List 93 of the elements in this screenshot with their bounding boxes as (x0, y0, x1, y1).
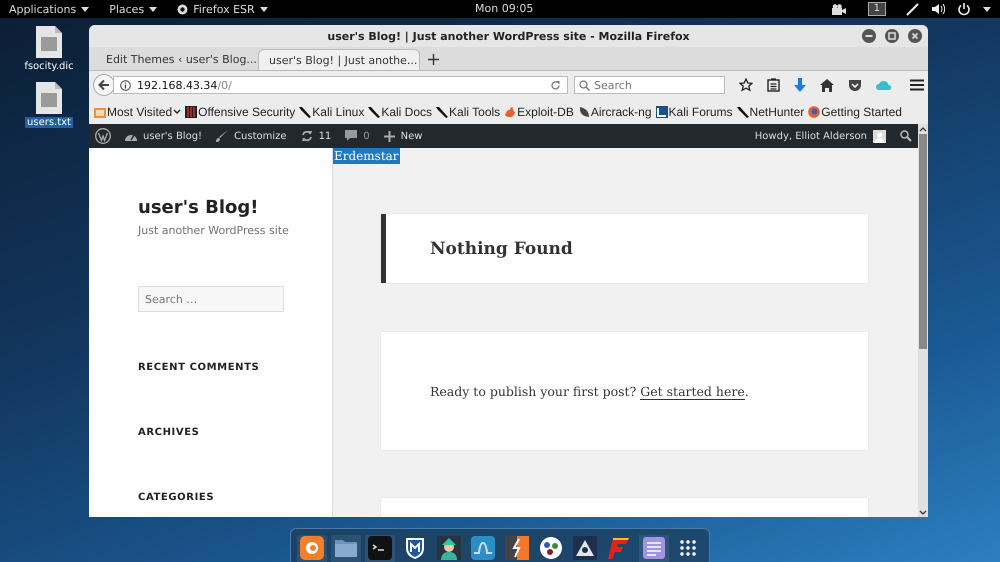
file-name[interactable]: fsocity.dic (22, 61, 76, 72)
speech-bubble-icon (345, 130, 358, 142)
bookmark-link[interactable]: Kali Docs (368, 104, 432, 118)
browser-tab[interactable]: user's Blog! | Just anothe... (258, 49, 420, 70)
browser-icon (177, 4, 188, 14)
new-tab-icon[interactable] (428, 54, 439, 65)
file-name[interactable]: users.txt (25, 117, 73, 128)
fox-icon (300, 536, 324, 560)
widget-heading: CATEGORIES (138, 492, 214, 503)
highlighted-text: Erdemstar (333, 148, 400, 164)
window-title: user's Blog! | Just another WordPress site - Mozilla Firefox (327, 30, 690, 42)
scroll-down-icon[interactable] (919, 510, 927, 515)
power-icon[interactable] (957, 2, 971, 16)
site-tagline: Just another WordPress site (138, 224, 289, 237)
caret-icon (81, 6, 90, 12)
dock-app[interactable] (638, 535, 669, 562)
new-link[interactable]: New (384, 130, 422, 142)
bookmark-link[interactable]: Most Visited (94, 104, 182, 118)
search-icon (579, 80, 590, 91)
top-menu[interactable]: Firefox ESR (168, 2, 279, 16)
knife-icon (368, 106, 380, 118)
site-title[interactable]: user's Blog! (138, 197, 258, 218)
letter-mark-icon (607, 536, 632, 560)
message-text: Ready to publish your first post? Get started here. (430, 384, 749, 398)
bookmark-link[interactable]: Kali Forums (656, 104, 733, 118)
clock[interactable]: Mon 09:05 (475, 2, 534, 15)
maximize-icon[interactable] (885, 29, 899, 43)
address-field[interactable]: 192.168.43.34/0/ (112, 76, 568, 94)
search-field[interactable]: Search (574, 76, 725, 94)
get-started-link[interactable]: Get started here (640, 384, 745, 400)
scrollbar[interactable] (918, 124, 928, 517)
bookmark-link[interactable]: Offensive Security (185, 104, 296, 118)
caret-icon (260, 6, 268, 12)
volume-icon[interactable] (932, 3, 945, 15)
bookmark-link[interactable]: Kali Linux (299, 104, 364, 118)
avatar-icon (873, 130, 886, 142)
site-link[interactable]: user's Blog! (125, 130, 202, 142)
bolt-icon (505, 536, 530, 560)
widget-heading: ARCHIVES (138, 427, 200, 438)
flame-icon (504, 106, 516, 118)
top-menu[interactable]: Applications (0, 2, 100, 16)
knife-icon (436, 106, 448, 118)
page-heading: Nothing Found (430, 238, 573, 258)
updates-link[interactable]: 11 (300, 130, 332, 142)
pocket-icon[interactable] (848, 78, 862, 92)
widget-heading: RECENT COMMENTS (138, 362, 260, 373)
knife-icon (299, 106, 312, 118)
figure-icon (436, 536, 461, 560)
top-menu[interactable]: Places (100, 2, 168, 16)
folder-icon (94, 106, 106, 118)
download-icon[interactable] (794, 78, 806, 92)
browser-tab[interactable]: Edit Themes ‹ user's Blog... (96, 49, 258, 70)
search-icon[interactable] (900, 130, 912, 142)
star-icon[interactable] (739, 78, 753, 92)
bookmark-link[interactable]: Exploit-DB (504, 104, 574, 118)
chevron-icon (173, 108, 182, 114)
bars-icon (185, 106, 198, 118)
dock-app[interactable] (297, 535, 328, 562)
brush-icon (216, 130, 228, 142)
search-field[interactable]: Search … (138, 286, 284, 312)
wordpress-logo-icon[interactable] (95, 128, 111, 144)
workspace-indicator[interactable]: 1 (868, 2, 886, 16)
wave-icon (470, 536, 495, 560)
bookmark-link[interactable]: Kali Tools (436, 104, 500, 118)
file-icon[interactable] (35, 25, 63, 59)
caret-icon (149, 6, 158, 12)
notepad-icon (642, 536, 666, 560)
plus-icon (384, 130, 395, 142)
home-icon[interactable] (820, 78, 834, 92)
minimize-icon[interactable] (862, 29, 876, 43)
close-icon[interactable] (908, 29, 922, 43)
file-icon[interactable] (35, 81, 63, 115)
scroll-up-icon[interactable] (919, 127, 927, 132)
bookmark-link[interactable]: NetHunter (736, 104, 804, 118)
bookmark-link[interactable]: Aircrack-ng (578, 104, 652, 118)
account-link[interactable]: Howdy, Elliot Alderson (754, 130, 886, 142)
info-icon[interactable] (120, 80, 131, 90)
camera-icon[interactable] (832, 4, 846, 14)
back-icon[interactable] (93, 74, 115, 96)
menu-icon[interactable] (910, 79, 924, 91)
knife-icon (736, 106, 749, 118)
caret-icon[interactable] (983, 6, 991, 12)
reload-icon[interactable] (550, 80, 561, 90)
dots-icon (539, 536, 564, 560)
comments-link[interactable]: 0 (345, 130, 370, 142)
terminal-icon (368, 536, 392, 560)
clipboard-icon[interactable] (767, 78, 780, 92)
forum-icon (656, 106, 668, 118)
refresh-icon (300, 130, 313, 142)
globe-icon (808, 106, 820, 118)
pen-icon[interactable] (906, 2, 920, 16)
customize-link[interactable]: Customize (216, 130, 287, 142)
bookmark-link[interactable]: Getting Started (808, 104, 902, 118)
